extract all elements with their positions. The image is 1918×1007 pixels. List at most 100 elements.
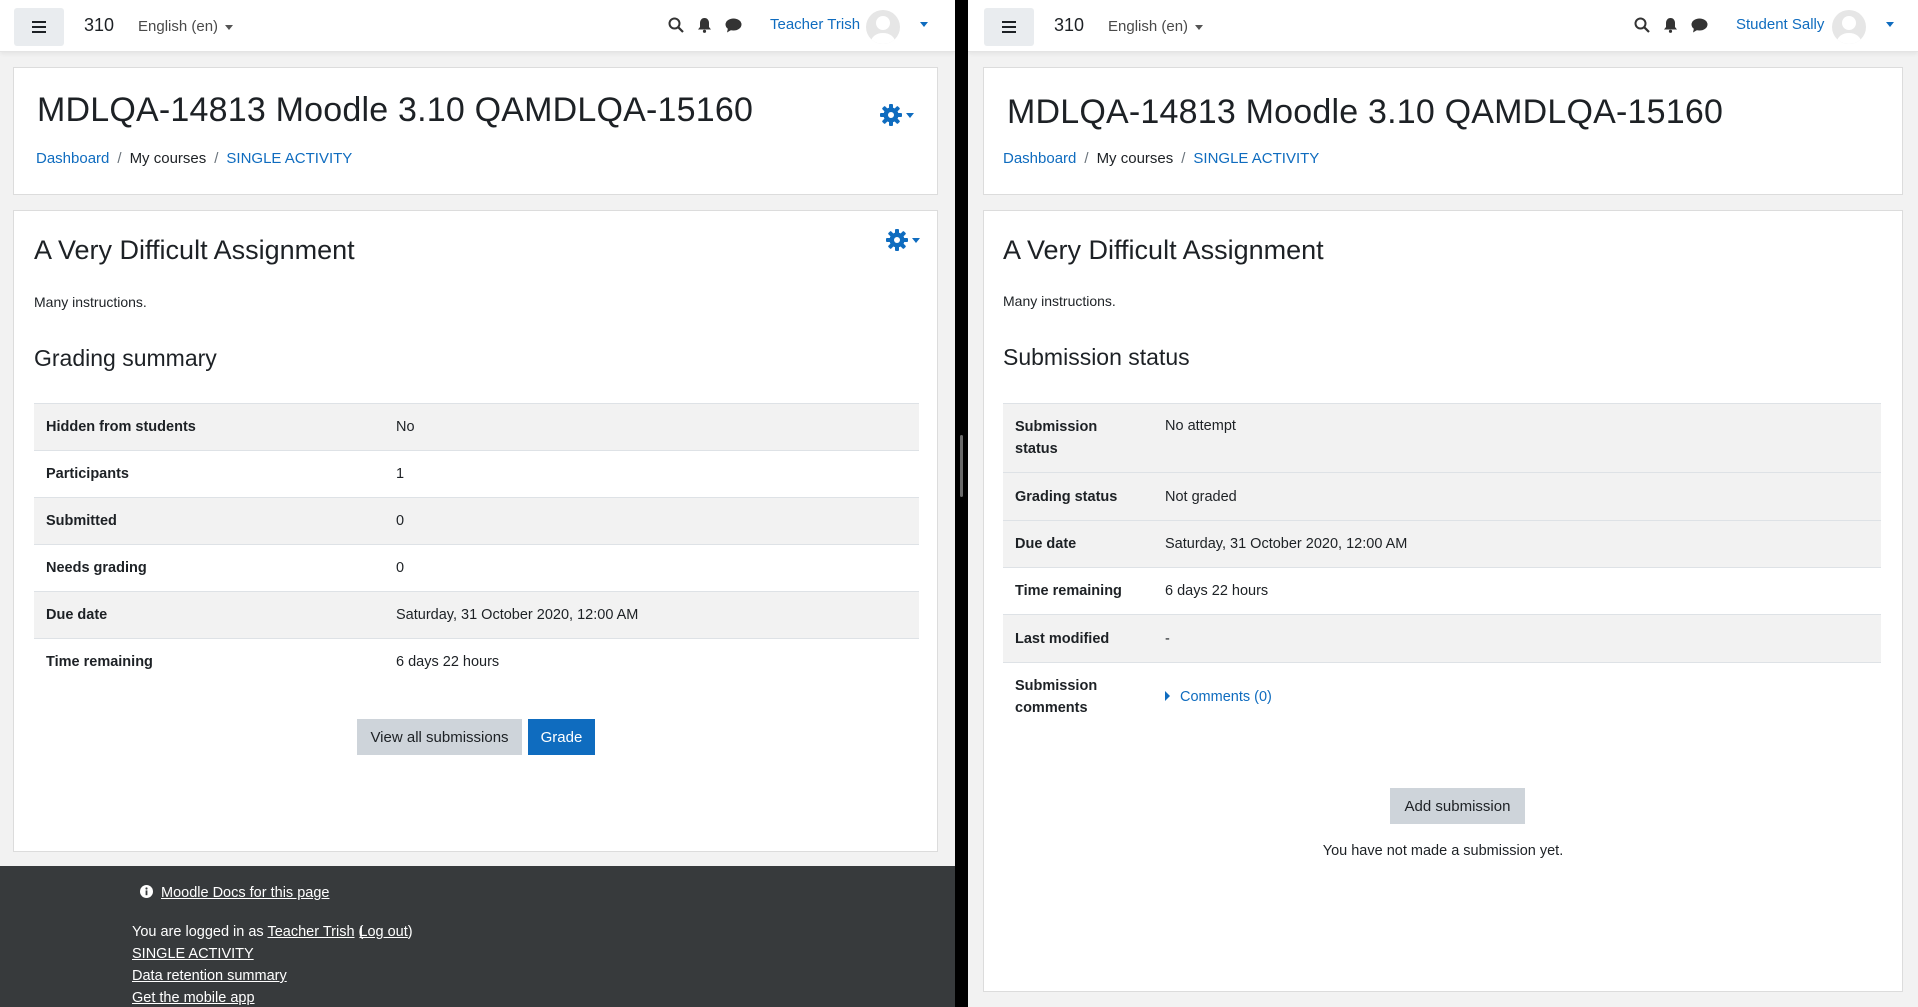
split-resize-handle[interactable] — [960, 435, 963, 497]
breadcrumb-separator: / — [117, 150, 122, 167]
row-label: Submission status — [1003, 403, 1153, 473]
avatar[interactable] — [1832, 10, 1866, 44]
row-value: 0 — [384, 497, 919, 545]
moodle-docs-row: Moodle Docs for this page — [140, 885, 329, 901]
assignment-intro: Many instructions. — [34, 294, 147, 310]
comments-link[interactable]: Comments (0) — [1180, 689, 1272, 705]
table-row: Due date Saturday, 31 October 2020, 12:00… — [34, 591, 919, 639]
row-label-line: Submission — [1015, 419, 1098, 435]
language-menu[interactable]: English (en) — [1108, 18, 1204, 35]
row-label: Time remaining — [34, 638, 384, 686]
language-menu[interactable]: English (en) — [138, 18, 234, 35]
footer-course-link[interactable]: SINGLE ACTIVITY — [132, 946, 254, 962]
breadcrumb-separator: / — [1084, 150, 1089, 167]
navbar: 310 English (en) Student Sally — [968, 0, 1918, 52]
page-title: MDLQA-14813 Moodle 3.10 QAMDLQA-15160 — [37, 91, 754, 129]
breadcrumb: Dashboard / My courses / SINGLE ACTIVITY — [1003, 150, 1319, 167]
row-label-line: comments — [1015, 699, 1088, 716]
mobile-app-link[interactable]: Get the mobile app — [132, 990, 255, 1006]
submission-status-table: Submission status No attempt Grading stat… — [1003, 403, 1881, 731]
logged-in-user-link[interactable]: Teacher Trish — [267, 924, 354, 940]
avatar[interactable] — [866, 10, 900, 44]
table-row: Submission status No attempt — [1003, 403, 1881, 473]
hamburger-menu-button[interactable] — [984, 8, 1034, 46]
breadcrumb: Dashboard / My courses / SINGLE ACTIVITY — [36, 150, 352, 167]
chevron-down-icon — [1195, 24, 1204, 30]
row-label: Submission comments — [1003, 662, 1153, 731]
nav-icons — [1634, 17, 1708, 33]
row-value: 1 — [384, 450, 919, 498]
bell-icon[interactable] — [1663, 17, 1678, 33]
table-row: Submitted 0 — [34, 497, 919, 545]
breadcrumb-dashboard[interactable]: Dashboard — [1003, 150, 1076, 167]
grading-summary-heading: Grading summary — [34, 345, 217, 371]
search-icon[interactable] — [668, 17, 684, 33]
page-footer: Moodle Docs for this page You are logged… — [0, 866, 955, 1007]
breadcrumb-dashboard[interactable]: Dashboard — [36, 150, 109, 167]
hamburger-icon — [1002, 21, 1016, 33]
table-row: Last modified - — [1003, 614, 1881, 663]
row-label: Participants — [34, 450, 384, 498]
data-retention-link[interactable]: Data retention summary — [132, 968, 287, 984]
row-value: Saturday, 31 October 2020, 12:00 AM — [384, 591, 919, 639]
grade-button[interactable]: Grade — [528, 719, 595, 755]
bell-icon[interactable] — [697, 17, 712, 33]
assignment-intro: Many instructions. — [1003, 293, 1116, 309]
row-label: Hidden from students — [34, 403, 384, 451]
logout-link[interactable]: Log out — [359, 924, 407, 940]
comments-toggle[interactable]: Comments (0) — [1165, 689, 1272, 705]
caret-right-icon — [1165, 690, 1170, 701]
hamburger-menu-button[interactable] — [14, 8, 64, 46]
row-label: Due date — [34, 591, 384, 639]
breadcrumb-single-activity[interactable]: SINGLE ACTIVITY — [1193, 150, 1319, 167]
gear-icon — [886, 229, 908, 251]
user-menu-name[interactable]: Teacher Trish — [770, 16, 860, 33]
language-label: English (en) — [1108, 18, 1189, 35]
chevron-down-icon — [912, 237, 920, 243]
table-row: Grading status Not graded — [1003, 472, 1881, 521]
site-name[interactable]: 310 — [84, 15, 114, 36]
assignment-title: A Very Difficult Assignment — [1003, 235, 1324, 265]
footer-mobile-app-row: Get the mobile app — [132, 990, 255, 1006]
row-value: Comments (0) — [1153, 662, 1881, 731]
logged-in-info: You are logged in as Teacher Trish (Log … — [132, 924, 413, 940]
user-menu-name[interactable]: Student Sally — [1736, 16, 1824, 33]
table-row: Time remaining 6 days 22 hours — [1003, 567, 1881, 615]
row-label-line: status — [1015, 441, 1058, 457]
table-row: Time remaining 6 days 22 hours — [34, 638, 919, 686]
row-value: - — [1153, 614, 1881, 663]
search-icon[interactable] — [1634, 17, 1650, 33]
chat-icon[interactable] — [1691, 18, 1708, 33]
user-avatar-icon — [871, 16, 895, 44]
user-menu-caret-icon[interactable] — [1886, 22, 1894, 27]
split-divider — [955, 0, 968, 1007]
moodle-docs-link[interactable]: Moodle Docs for this page — [161, 885, 329, 901]
chevron-down-icon — [225, 24, 234, 30]
row-value: 6 days 22 hours — [1153, 567, 1881, 615]
table-row: Submission comments Comments (0) — [1003, 662, 1881, 731]
course-settings-menu[interactable] — [880, 104, 914, 126]
activity-settings-menu[interactable] — [886, 229, 920, 251]
gear-icon — [880, 104, 902, 126]
assignment-region: A Very Difficult Assignment Many instruc… — [983, 210, 1903, 992]
row-value: Saturday, 31 October 2020, 12:00 AM — [1153, 520, 1881, 568]
nav-icons — [668, 17, 742, 33]
row-label: Due date — [1003, 520, 1153, 568]
language-label: English (en) — [138, 18, 219, 35]
paren-close: ) — [407, 924, 413, 940]
student-window: 310 English (en) Student Sally MDLQA-148… — [968, 0, 1918, 1007]
view-all-submissions-button[interactable]: View all submissions — [357, 719, 522, 755]
chevron-down-icon — [906, 112, 914, 118]
user-menu-caret-icon[interactable] — [920, 22, 928, 27]
site-name[interactable]: 310 — [1054, 15, 1084, 36]
breadcrumb-my-courses: My courses — [129, 150, 207, 167]
breadcrumb-single-activity[interactable]: SINGLE ACTIVITY — [226, 150, 352, 167]
add-submission-button[interactable]: Add submission — [1390, 788, 1525, 824]
grading-summary-table: Hidden from students No Participants 1 Sub… — [34, 403, 919, 686]
navbar: 310 English (en) Teacher Trish — [0, 0, 955, 52]
hamburger-icon — [32, 21, 46, 33]
row-value: No — [384, 403, 919, 451]
page-header: MDLQA-14813 Moodle 3.10 QAMDLQA-15160 Da… — [983, 67, 1903, 195]
chat-icon[interactable] — [725, 18, 742, 33]
assignment-title: A Very Difficult Assignment — [34, 235, 355, 265]
